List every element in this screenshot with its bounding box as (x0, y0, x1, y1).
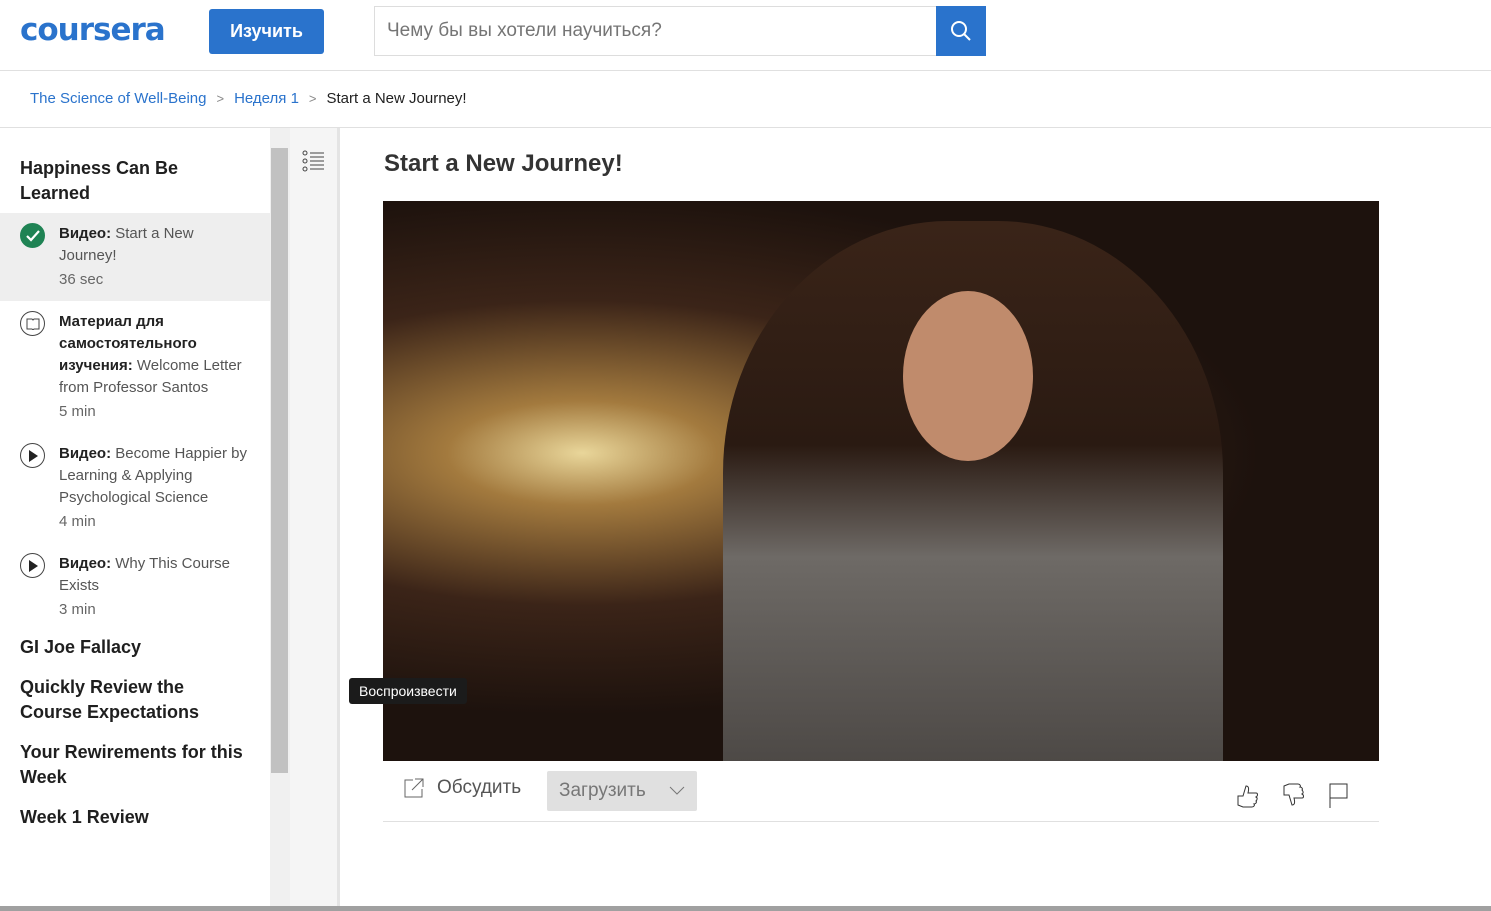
section-heading[interactable]: Your Rewirements for this Week (0, 740, 270, 790)
video-player[interactable] (383, 201, 1379, 761)
chevron-down-icon (669, 786, 685, 795)
list-item[interactable]: Видео: Become Happier by Learning & Appl… (0, 433, 270, 543)
sidebar: Happiness Can Be Learned Видео: Start a … (0, 128, 270, 911)
page-title: Start a New Journey! (384, 150, 623, 177)
item-duration: 5 min (59, 403, 96, 420)
flag-icon[interactable] (1327, 782, 1349, 810)
breadcrumb: The Science of Well-Being > Неделя 1 > S… (30, 90, 467, 107)
top-header: coursera Изучить (0, 0, 1491, 71)
section-heading[interactable]: Week 1 Review (0, 805, 270, 830)
discuss-label: Обсудить (437, 777, 522, 798)
list-item[interactable]: Материал для самостоятельного изучения: … (0, 301, 270, 433)
play-tooltip: Воспроизвести (349, 678, 467, 704)
video-actions-bar: Обсудить Загрузить (383, 770, 1379, 822)
item-duration: 36 sec (59, 271, 104, 288)
book-icon (20, 311, 45, 336)
list-item[interactable]: Видео: Start a New Journey! 36 sec (0, 213, 270, 301)
discuss-button[interactable]: Обсудить (403, 777, 521, 799)
explore-button[interactable]: Изучить (209, 9, 324, 54)
search-button[interactable] (936, 6, 986, 56)
breadcrumb-course[interactable]: The Science of Well-Being (30, 90, 206, 107)
external-link-icon (404, 778, 424, 798)
section-heading[interactable]: Quickly Review the Course Expectations (0, 675, 270, 725)
chevron-right-icon: > (308, 91, 317, 106)
download-dropdown[interactable]: Загрузить (547, 771, 697, 811)
download-label: Загрузить (559, 780, 646, 801)
thumbs-down-icon[interactable] (1281, 782, 1307, 810)
list-item[interactable]: Видео: Why This Course Exists 3 min (0, 543, 270, 631)
play-icon (20, 443, 45, 468)
thumbs-up-icon[interactable] (1235, 782, 1261, 810)
item-duration: 3 min (59, 601, 96, 618)
search-input[interactable] (374, 6, 936, 56)
item-type: Видео: (59, 555, 112, 572)
window-bottom-bar (0, 906, 1491, 911)
item-type: Видео: (59, 445, 112, 462)
check-icon (20, 223, 45, 248)
video-frame-face (903, 291, 1033, 461)
outline-rail (290, 128, 340, 911)
section-heading[interactable]: GI Joe Fallacy (0, 635, 270, 660)
play-icon (20, 553, 45, 578)
item-type: Видео: (59, 225, 112, 242)
breadcrumb-week[interactable]: Неделя 1 (234, 90, 299, 107)
coursera-logo[interactable]: coursera (20, 12, 166, 48)
breadcrumb-current: Start a New Journey! (326, 90, 467, 107)
section-heading[interactable]: Happiness Can Be Learned (0, 156, 270, 206)
scrollbar-thumb[interactable] (271, 148, 288, 773)
chevron-right-icon: > (216, 91, 225, 106)
list-icon[interactable] (302, 150, 326, 172)
search-icon (951, 21, 971, 41)
item-duration: 4 min (59, 513, 96, 530)
